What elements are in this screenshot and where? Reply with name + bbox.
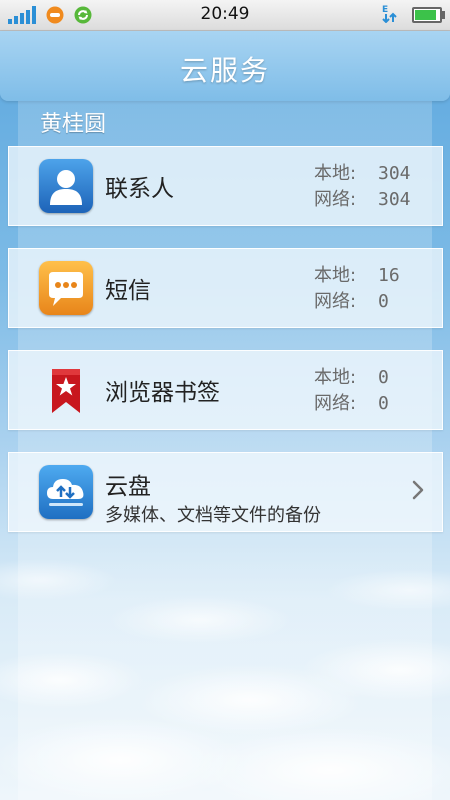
network-count: 0	[378, 291, 389, 312]
network-label: 网络:	[314, 393, 357, 414]
contacts-icon	[39, 159, 93, 213]
sync-stats: 本地: 16 网络: 0	[314, 263, 400, 315]
item-name: 浏览器书签	[105, 380, 220, 406]
contacts-item[interactable]: 联系人 本地: 304 网络: 304	[8, 146, 443, 226]
data-transfer-icon: E	[382, 3, 398, 27]
bookmarks-item[interactable]: 浏览器书签 本地: 0 网络: 0	[8, 350, 443, 430]
messages-icon	[39, 261, 93, 315]
status-bar: 20:49 E	[0, 0, 450, 31]
bookmark-icon	[39, 363, 93, 417]
network-label: 网络:	[314, 189, 357, 210]
battery-icon	[412, 7, 445, 23]
item-name: 短信	[105, 278, 151, 304]
svg-text:E: E	[382, 5, 388, 15]
section-label: 黄桂圆	[40, 112, 107, 137]
local-count: 304	[378, 163, 411, 184]
local-label: 本地:	[314, 163, 357, 184]
network-count: 304	[378, 189, 411, 210]
page-title: 云服务	[179, 54, 270, 87]
network-count: 0	[378, 393, 389, 414]
item-subtitle: 多媒体、文档等文件的备份	[105, 505, 321, 526]
cloud-drive-item[interactable]: 云盘 多媒体、文档等文件的备份	[8, 452, 443, 532]
sync-stats: 本地: 304 网络: 304	[314, 161, 411, 213]
item-name: 联系人	[105, 176, 174, 202]
local-label: 本地:	[314, 265, 357, 286]
title-bar: 云服务	[0, 31, 450, 101]
sync-stats: 本地: 0 网络: 0	[314, 365, 389, 417]
messages-item[interactable]: 短信 本地: 16 网络: 0	[8, 248, 443, 328]
chevron-right-icon	[412, 480, 424, 500]
item-name: 云盘	[105, 474, 151, 500]
local-count: 16	[378, 265, 400, 286]
cloud-drive-icon	[39, 465, 93, 519]
network-label: 网络:	[314, 291, 357, 312]
local-count: 0	[378, 367, 389, 388]
local-label: 本地:	[314, 367, 357, 388]
